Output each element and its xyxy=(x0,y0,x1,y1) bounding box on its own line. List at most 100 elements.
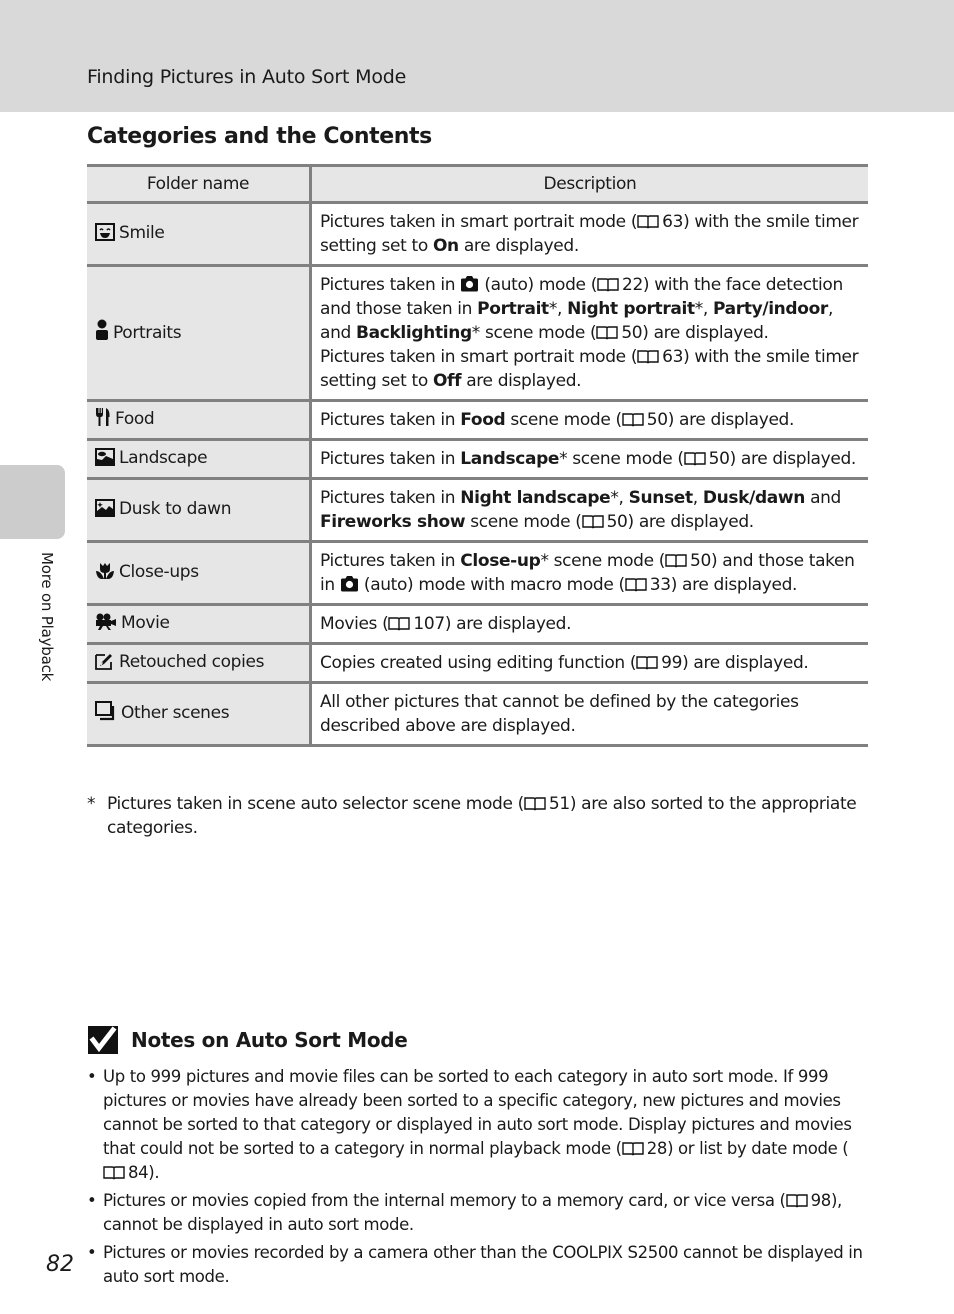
page-reference[interactable]: 98 xyxy=(785,1191,831,1210)
page-reference[interactable]: 63 xyxy=(637,212,683,232)
text-run: All other pictures that cannot be define… xyxy=(320,692,799,736)
bold-term: Backlighting xyxy=(356,323,472,343)
folder-name-cell: Retouched copies xyxy=(87,642,312,684)
book-reference-icon xyxy=(785,1194,808,1208)
description-cell: Pictures taken in smart portrait mode (6… xyxy=(310,201,868,267)
text-run: (auto) mode ( xyxy=(479,275,597,295)
text-run: * scene mode ( xyxy=(471,323,597,343)
text-run: ) are displayed. xyxy=(642,323,769,343)
page-reference[interactable]: 99 xyxy=(636,653,682,673)
running-head: Finding Pictures in Auto Sort Mode xyxy=(87,66,407,88)
page-reference[interactable]: 107 xyxy=(388,614,445,634)
book-reference-icon xyxy=(596,326,619,340)
text-run: ) are displayed. xyxy=(729,449,857,469)
text-run: * scene mode ( xyxy=(540,551,666,571)
page-number: 82 xyxy=(46,1252,74,1277)
page-reference[interactable]: 22 xyxy=(597,275,643,295)
bold-term: Night portrait xyxy=(567,299,695,319)
folder-name-cell: Movie xyxy=(87,603,312,645)
table-row: Dusk to dawn Pictures taken in Night land… xyxy=(87,477,868,543)
page-reference[interactable]: 63 xyxy=(637,347,683,367)
description-cell: Pictures taken in Close-up* scene mode (… xyxy=(310,540,868,606)
landscape-icon xyxy=(95,447,115,473)
folder-name-cell: Close-ups xyxy=(87,540,312,606)
notes-list: • Up to 999 pictures and movie files can … xyxy=(87,1065,867,1293)
page-reference-number: 99 xyxy=(661,653,683,673)
page-reference[interactable]: 50 xyxy=(596,323,643,343)
text-run: ) are displayed. xyxy=(667,410,795,430)
page-reference[interactable]: 28 xyxy=(622,1139,667,1158)
folder-name-cell: Portraits xyxy=(87,264,312,402)
page-reference-number: 51 xyxy=(548,794,570,814)
text-run: scene mode ( xyxy=(505,410,622,430)
text-run: Pictures taken in xyxy=(320,275,461,295)
text-run: Pictures taken in xyxy=(320,551,461,571)
page-reference-number: 50 xyxy=(606,512,628,532)
check-mark-icon xyxy=(88,1026,118,1054)
page-reference-number: 63 xyxy=(662,212,684,232)
text-run: ) are displayed. xyxy=(444,614,572,634)
page-reference-number: 33 xyxy=(649,575,671,595)
page-reference[interactable]: 50 xyxy=(665,551,711,571)
portrait-icon xyxy=(95,319,109,348)
text-run: *, xyxy=(694,299,714,319)
bold-term: Sunset xyxy=(628,488,693,508)
page-reference-number: 28 xyxy=(646,1139,668,1158)
text-run: ) are displayed. xyxy=(627,512,755,532)
list-item: • Up to 999 pictures and movie files can … xyxy=(87,1065,867,1185)
description-cell: Pictures taken in (auto) mode (22) with … xyxy=(310,264,868,402)
page-reference-number: 63 xyxy=(662,347,684,367)
text-run: Pictures taken in scene auto selector sc… xyxy=(107,794,524,814)
table-row: Portraits Pictures taken in (auto) mode (… xyxy=(87,264,868,402)
text-run: Pictures taken in xyxy=(320,488,461,508)
bold-term: Landscape xyxy=(460,449,560,469)
header-band xyxy=(0,0,954,112)
description-cell: Pictures taken in Landscape* scene mode … xyxy=(310,438,868,480)
book-reference-icon xyxy=(622,413,644,427)
table-row: Food Pictures taken in Food scene mode (5… xyxy=(87,399,868,441)
smile-icon xyxy=(95,222,115,248)
text-run: * scene mode ( xyxy=(559,449,684,469)
text-run: Movies ( xyxy=(320,614,389,634)
food-icon xyxy=(95,407,111,434)
page-reference[interactable]: 50 xyxy=(683,449,730,469)
auto-mode-camera-icon xyxy=(461,276,479,292)
text-run: scene mode ( xyxy=(465,512,582,532)
description-cell: Copies created using editing function (9… xyxy=(310,642,868,684)
text-run: *, xyxy=(610,488,629,508)
page-reference-number: 22 xyxy=(621,275,643,295)
folder-name-cell: Smile xyxy=(87,201,312,267)
page-reference[interactable]: 51 xyxy=(524,794,570,814)
page-reference-number: 50 xyxy=(646,410,668,430)
bold-term: Food xyxy=(460,410,506,430)
page-reference[interactable]: 84 xyxy=(103,1163,149,1182)
page-reference-number: 50 xyxy=(621,323,643,343)
table-header-row: Folder name Description xyxy=(87,164,868,204)
text-run: , xyxy=(692,488,703,508)
description-cell: Movies (107) are displayed. xyxy=(310,603,868,645)
notes-title: Notes on Auto Sort Mode xyxy=(131,1028,408,1052)
text-run: ) or list by date mode ( xyxy=(667,1139,849,1158)
page-reference[interactable]: 50 xyxy=(581,512,628,532)
page-reference[interactable]: 33 xyxy=(625,575,671,595)
folder-name-cell: Dusk to dawn xyxy=(87,477,312,543)
text-run: Pictures taken in xyxy=(320,449,461,469)
page-reference[interactable]: 50 xyxy=(622,410,668,430)
text-run: are displayed. xyxy=(458,236,579,256)
other-scenes-icon xyxy=(95,700,117,728)
text-run: Pictures taken in xyxy=(320,410,461,430)
bold-term: On xyxy=(432,236,459,256)
retouch-icon xyxy=(95,652,115,677)
side-tab[interactable] xyxy=(0,465,65,539)
column-header-folder-name: Folder name xyxy=(87,164,312,204)
bold-term: Party/indoor xyxy=(713,299,828,319)
notes-heading: Notes on Auto Sort Mode xyxy=(88,1026,408,1054)
folder-name: Food xyxy=(115,408,155,429)
book-reference-icon xyxy=(637,350,659,364)
bullet: • xyxy=(87,1067,97,1086)
bold-term: Fireworks show xyxy=(320,512,466,532)
folder-name: Close-ups xyxy=(119,561,199,582)
text-run: ). xyxy=(148,1163,160,1182)
bullet: • xyxy=(87,1243,97,1262)
side-tab-label: More on Playback xyxy=(38,552,56,682)
